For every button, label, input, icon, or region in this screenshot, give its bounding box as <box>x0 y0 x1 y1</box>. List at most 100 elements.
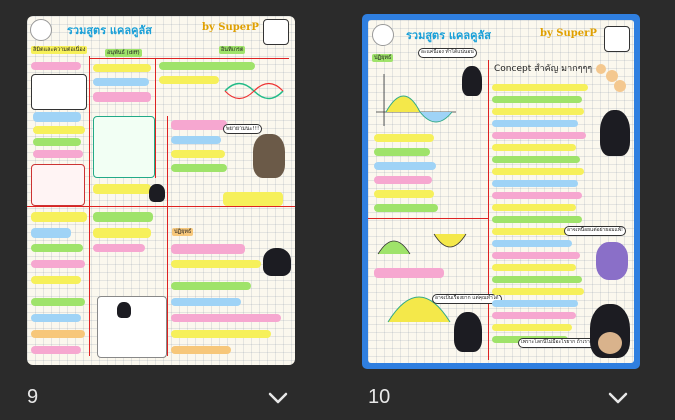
batman-sticker <box>600 110 630 156</box>
formula-row <box>492 132 586 139</box>
formula-row <box>93 228 151 238</box>
formula-row <box>171 346 231 354</box>
formula-row <box>31 62 81 70</box>
selection-border: รวมสูตร แคลคูลัส by SuperP ปฏิยุทธ์ อะแค… <box>362 14 640 369</box>
speech-bubble: อาจเหนื่อยแต่อย่ายอมแพ้! <box>564 226 627 236</box>
divider <box>167 116 168 356</box>
thought-cloud <box>594 64 628 94</box>
formula-row <box>171 150 225 158</box>
formula-row <box>31 330 85 338</box>
formula-row <box>492 216 582 223</box>
formula-row <box>492 84 588 91</box>
section-label: ปฏิยุทธ์ <box>172 228 194 237</box>
formula-row <box>492 276 582 283</box>
smiley-icon <box>30 19 52 41</box>
formula-row <box>93 184 151 194</box>
page-byline: by SuperP <box>540 28 597 39</box>
formula-row <box>31 228 71 238</box>
formula-row <box>159 62 255 70</box>
formula-row <box>492 192 582 199</box>
divider <box>155 58 156 178</box>
cat-sticker <box>253 134 285 178</box>
formula-row <box>33 150 83 158</box>
section-label: อินทิเกรต <box>219 46 246 55</box>
page-title: รวมสูตร แคลคูลัส <box>67 24 152 37</box>
batman-sticker <box>149 184 165 202</box>
speech-bubble: อะแค่นี้เอง ทำได้แน่นอน <box>418 48 477 58</box>
page-thumbnail-10[interactable]: รวมสูตร แคลคูลัส by SuperP ปฏิยุทธ์ อะแค… <box>368 20 634 363</box>
page-thumbnail-9[interactable]: รวมสูตร แคลคูลัส by SuperP ลิมิตและความต… <box>27 16 295 365</box>
formula-row <box>31 298 85 306</box>
batman-sticker <box>117 302 131 318</box>
section-label: ปฏิยุทธ์ <box>372 54 394 63</box>
formula-row <box>171 164 227 172</box>
batman-sticker <box>462 66 482 96</box>
formula-row <box>93 244 145 252</box>
batman-sticker <box>454 312 482 352</box>
formula-row <box>492 108 584 115</box>
formula-row <box>374 162 436 170</box>
formula-row <box>33 138 81 146</box>
formula-row <box>33 126 85 134</box>
formula-box <box>31 164 85 206</box>
formula-row <box>31 346 81 354</box>
formula-row <box>492 144 576 151</box>
formula-row <box>171 260 261 268</box>
batgirl-sticker <box>596 242 628 280</box>
divider <box>488 60 489 360</box>
formula-row <box>171 330 271 338</box>
formula-row <box>171 136 221 144</box>
divider <box>27 206 295 207</box>
formula-row <box>33 112 81 122</box>
chevron-down-icon[interactable] <box>266 386 290 410</box>
formula-row <box>374 176 432 184</box>
formula-row <box>31 212 87 222</box>
formula-row <box>93 212 153 222</box>
avatar-sketch <box>263 19 289 45</box>
page-number-10: 10 <box>368 386 391 408</box>
graph-sketch <box>376 74 456 126</box>
formula-row <box>93 92 151 102</box>
formula-row <box>374 204 438 212</box>
batman-sticker <box>263 248 291 276</box>
page-title: รวมสูตร แคลคูลัส <box>406 29 491 42</box>
formula-row <box>171 298 241 306</box>
formula-row <box>159 76 219 84</box>
formula-row <box>492 180 578 187</box>
graph-box <box>97 296 167 358</box>
formula-box <box>31 74 87 110</box>
formula-row <box>492 156 580 163</box>
formula-row <box>374 134 434 142</box>
formula-row <box>492 288 584 295</box>
smiley-icon <box>372 24 394 46</box>
formula-row <box>492 120 578 127</box>
formula-row <box>492 324 572 331</box>
avatar-sketch <box>604 26 630 52</box>
formula-row <box>492 312 576 319</box>
formula-row <box>492 264 576 271</box>
divider <box>368 218 488 219</box>
formula-row <box>492 300 578 307</box>
formula-row <box>492 252 580 259</box>
formula-row <box>492 204 576 211</box>
formula-row <box>223 192 283 206</box>
formula-row <box>492 96 582 103</box>
section-label: อนุพันธ์ (diff) <box>105 49 142 58</box>
graph-sketch <box>224 82 284 100</box>
formula-row <box>171 244 245 254</box>
formula-row <box>31 244 83 252</box>
formula-row <box>93 64 151 72</box>
formula-row <box>171 282 251 290</box>
page-byline: by SuperP <box>202 22 259 33</box>
batman-sticker <box>590 304 630 358</box>
chevron-down-icon[interactable] <box>606 386 630 410</box>
graph-sketch <box>377 233 467 255</box>
divider <box>89 58 289 59</box>
formula-box <box>93 116 155 178</box>
formula-row <box>374 268 444 278</box>
formula-row <box>31 314 81 322</box>
formula-row <box>374 190 434 198</box>
formula-row <box>171 314 281 322</box>
speech-bubble: พยายามนะ!!! <box>223 124 263 135</box>
formula-row <box>374 148 430 156</box>
